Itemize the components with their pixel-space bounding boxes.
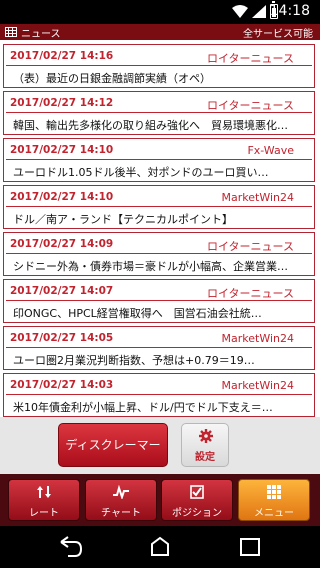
news-source: MarketWin24 [221, 332, 294, 345]
news-headline: （表）最近の日銀金融調節実績（オペ） [13, 72, 211, 85]
divider [6, 65, 312, 66]
news-item[interactable]: 2017/02/27 14:09 ロイターニュース シドニー外為・債券市場＝豪ド… [3, 232, 315, 276]
news-item[interactable]: 2017/02/27 14:16 ロイターニュース （表）最近の日銀金融調節実績… [3, 44, 315, 88]
news-grid-icon [5, 27, 17, 37]
service-status: 全サービス可能 [243, 29, 313, 40]
tab-bar: レート チャート ポジション メニュー [0, 474, 320, 526]
divider [6, 394, 312, 395]
divider [6, 112, 312, 113]
news-list[interactable]: 2017/02/27 14:16 ロイターニュース （表）最近の日銀金融調節実績… [0, 40, 320, 417]
news-headline: ユーロドル1.05ドル後半、対ポンドのユーロ買い… [13, 166, 269, 179]
tab-label: メニュー [254, 508, 294, 519]
news-item[interactable]: 2017/02/27 14:10 MarketWin24 ドル／南ア・ランド【テ… [3, 185, 315, 229]
news-datetime: 2017/02/27 14:10 [10, 144, 114, 156]
divider [6, 206, 312, 207]
tab-label: ポジション [172, 508, 222, 519]
news-source: MarketWin24 [221, 379, 294, 392]
news-item[interactable]: 2017/02/27 14:12 ロイターニュース 韓国、輸出先多様化の取り組み… [3, 91, 315, 135]
news-source: MarketWin24 [221, 191, 294, 204]
news-headline: ドル／南ア・ランド【テクニカルポイント】 [13, 213, 233, 226]
arrows-updown-icon [37, 485, 51, 498]
news-headline: ユーロ圏2月業況判断指数、予想は+0.79＝19… [13, 354, 255, 367]
divider [6, 347, 312, 348]
news-datetime: 2017/02/27 14:12 [10, 97, 114, 109]
divider [6, 300, 312, 301]
news-item[interactable]: 2017/02/27 14:10 Fx-Wave ユーロドル1.05ドル後半、対… [3, 138, 315, 182]
status-bar: 14:18 [0, 0, 320, 24]
news-headline: 印ONGC、HPCL経営権取得へ 国営石油会社統… [13, 307, 262, 320]
news-source: ロイターニュース [206, 99, 294, 112]
home-icon[interactable] [146, 534, 174, 560]
tab-label: チャート [101, 508, 141, 519]
recent-apps-icon[interactable] [236, 534, 264, 560]
tab-position[interactable]: ポジション [161, 479, 233, 521]
tab-rate[interactable]: レート [8, 479, 80, 521]
news-item[interactable]: 2017/02/27 14:07 ロイターニュース 印ONGC、HPCL経営権取… [3, 279, 315, 323]
news-headline: シドニー外為・債券市場＝豪ドルが小幅高、企業営業… [13, 260, 288, 273]
news-headline: 米10年債金利が小幅上昇、ドル/円でドル下支え＝… [13, 401, 273, 414]
back-icon[interactable] [56, 534, 84, 560]
status-time: 14:18 [269, 3, 310, 19]
header-bar: ニュース 全サービス可能 [0, 24, 320, 40]
news-item[interactable]: 2017/02/27 14:05 MarketWin24 ユーロ圏2月業況判断指… [3, 326, 315, 370]
action-bar: ディスクレーマー 設定 [0, 417, 320, 474]
checkbox-icon [190, 484, 204, 499]
news-source: Fx-Wave [247, 144, 294, 157]
disclaimer-button[interactable]: ディスクレーマー [58, 423, 168, 467]
news-item[interactable]: 2017/02/27 14:03 MarketWin24 米10年債金利が小幅上… [3, 373, 315, 417]
chart-line-icon [113, 484, 129, 499]
gear-icon [199, 429, 213, 443]
wifi-icon [232, 5, 248, 18]
news-datetime: 2017/02/27 14:07 [10, 285, 114, 297]
tab-chart[interactable]: チャート [85, 479, 157, 521]
divider [6, 253, 312, 254]
news-datetime: 2017/02/27 14:09 [10, 238, 114, 250]
settings-label: 設定 [195, 452, 215, 463]
signal-icon [252, 5, 266, 18]
tab-label: レート [29, 508, 59, 519]
news-source: ロイターニュース [206, 287, 294, 300]
news-datetime: 2017/02/27 14:05 [10, 332, 114, 344]
news-datetime: 2017/02/27 14:10 [10, 191, 114, 203]
grid-icon [267, 484, 281, 499]
news-datetime: 2017/02/27 14:03 [10, 379, 114, 391]
news-source: ロイターニュース [206, 240, 294, 253]
news-headline: 韓国、輸出先多様化の取り組み強化へ 貿易環境悪化… [13, 119, 288, 132]
divider [6, 159, 312, 160]
page-title: ニュース [21, 29, 61, 40]
news-datetime: 2017/02/27 14:16 [10, 50, 114, 62]
news-source: ロイターニュース [206, 52, 294, 65]
tab-menu[interactable]: メニュー [238, 479, 310, 521]
system-nav-bar [0, 526, 320, 568]
settings-button[interactable]: 設定 [181, 423, 229, 467]
